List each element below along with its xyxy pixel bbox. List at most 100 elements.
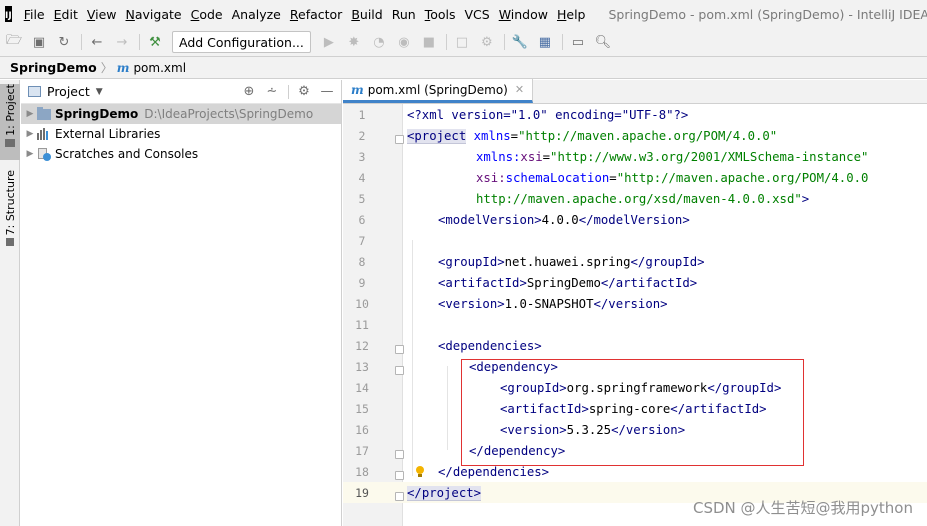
sync-icon[interactable]: ↻ [56,34,72,50]
code-line-3: xmlns:xsi="http://www.w3.org/2001/XMLSch… [343,146,927,167]
code-text: </dependencies> [438,465,549,479]
stop-icon[interactable]: ■ [421,34,437,50]
code-text: <groupId>net.huawei.spring</groupId> [438,255,705,269]
menu-item-window[interactable]: Window [495,7,552,22]
project-structure-icon[interactable]: ▦ [537,34,553,50]
menu-mnemonic: B [351,6,360,22]
highlight-annotation-box [461,359,804,466]
tree-item-path: D:\IdeaProjects\SpringDemo [144,107,314,121]
code-editor[interactable]: 1 2 3 4 5 6 7 8 9 10 11 12 13 14 15 16 17 18 19 <?xml vers… [343,104,927,526]
expand-arrow-icon[interactable]: ▶ [23,129,37,139]
menu-item-code[interactable]: Code [187,7,227,22]
code-text: xsi:schemaLocation="http://maven.apache.… [476,170,869,185]
tag-bracket: > [682,212,690,227]
module-folder-icon [37,106,51,120]
code-line-1: <?xml version="1.0" encoding="UTF-8"?> [343,104,927,125]
menu-item-refactor[interactable]: Refactor [286,7,346,22]
coverage-icon[interactable]: ◔ [371,34,387,50]
attr-value: "http://www.w3.org/2001/XMLSchema-instan… [550,149,869,164]
debug-icon[interactable]: ✸ [346,34,362,50]
menu-label: efactor [298,6,343,22]
tag-name: dependencies [445,338,535,353]
tree-item-springdemo[interactable]: ▶ SpringDemo D:\IdeaProjects\SpringDemo [21,104,341,124]
watermark: CSDN @人生苦短@我用python [692,499,913,517]
menu-item-help[interactable]: Help [553,7,590,22]
project-panel: Project ▼ ⊕ ⩪ ⚙ — ▶ SpringDemo D:\IdeaPr… [21,80,342,526]
menu-item-file[interactable]: File [20,7,49,22]
structure-tool-window-label: 7: Structure [3,170,17,236]
code-text: http://maven.apache.org/xsd/maven-4.0.0.… [476,192,809,206]
code-line-9: <artifactId>SpringDemo</artifactId> [343,272,927,293]
code-text: <version>1.0-SNAPSHOT</version> [438,297,668,311]
gear-icon[interactable]: ⚙ [296,84,312,99]
settings-wrench-icon[interactable]: 🔧 [512,34,528,50]
close-icon[interactable]: ✕ [515,83,524,96]
code-line-6: <modelVersion>4.0.0</modelVersion> [343,209,927,230]
tab-pom-xml[interactable]: m pom.xml (SpringDemo) ✕ [343,79,534,103]
menu-item-vcs[interactable]: VCS [460,7,493,22]
back-icon[interactable]: ← [89,34,105,50]
hide-panel-icon[interactable]: — [319,84,335,99]
expand-arrow-icon[interactable]: ▶ [23,149,37,159]
menu-item-edit[interactable]: Edit [50,7,82,22]
breadcrumb-file[interactable]: pom.xml [133,61,186,75]
lightbulb-icon[interactable] [415,466,425,478]
tag-name: groupId [445,254,498,269]
line-number: 7 [358,233,366,248]
tab-project-tool-window[interactable]: 1: Project [0,84,20,160]
menu-item-navigate[interactable]: Navigate [122,7,186,22]
expand-arrow-icon[interactable]: ▶ [23,109,37,119]
menu-item-view[interactable]: View [83,7,121,22]
tree-item-scratches[interactable]: ▶ Scratches and Consoles [21,144,341,164]
run-icon[interactable]: ▶ [321,34,337,50]
collapse-all-icon[interactable]: ⩪ [264,84,280,99]
menu-label: ode [199,6,223,22]
tag-bracket: </ [600,275,616,290]
tree-item-external-libraries[interactable]: ▶ External Libraries [21,124,341,144]
menu-label: Analyze [231,6,281,22]
tag-name: artifactId [445,275,520,290]
save-icon[interactable]: ▣ [31,34,47,50]
toolbar-separator [81,34,82,50]
code-line-4: xsi:schemaLocation="http://maven.apache.… [343,167,927,188]
tag-name: groupId [645,254,698,269]
scratches-icon [37,147,51,161]
open-folder-icon[interactable]: 🗁 [6,33,22,50]
toolbar-separator [503,34,505,50]
attr-value: "http://maven.apache.org/POM/4.0.0 [616,170,869,185]
terminal-icon[interactable]: ▭ [570,34,586,50]
tag-name: project [421,485,474,501]
window-title: SpringDemo - pom.xml (SpringDemo) - Inte… [608,6,927,22]
build-hammer-icon[interactable]: ⚒ [147,34,163,50]
search-structure-icon[interactable]: □ [454,34,470,50]
code-text: xmlns:xsi="http://www.w3.org/2001/XMLSch… [476,149,869,164]
breadcrumb-project[interactable]: SpringDemo [10,60,97,75]
tag-name: dependencies [452,464,542,479]
locate-file-icon[interactable]: ⊕ [241,84,257,99]
tab-structure-tool-window[interactable]: 7: Structure [0,170,20,250]
search-icon[interactable]: 🔍︎ [595,34,612,50]
forward-icon[interactable]: → [114,34,130,50]
tag-bracket: > [497,296,505,311]
menu-bar: IJ File Edit View Navigate Code Analyze Refact… [0,0,927,28]
tree-item-label: External Libraries [55,127,161,141]
menu-mnemonic: R [289,6,298,22]
xml-pi: <?xml version="1.0" encoding="UTF-8"?> [407,107,689,122]
menu-item-run[interactable]: Run [388,7,420,22]
tree-item-label: Scratches and Consoles [55,147,199,161]
menu-item-tools[interactable]: Tools [421,7,460,22]
menu-item-analyze[interactable]: Analyze [228,7,285,22]
tag-bracket: > [497,254,505,269]
attr-name: schemaLocation [505,170,610,185]
project-tool-window-label: 1: Project [3,84,17,136]
vcs-icon[interactable]: ⚙ [479,34,495,50]
profile-icon[interactable]: ◉ [396,34,412,50]
menu-item-build[interactable]: Build [347,7,386,22]
chevron-down-icon[interactable]: ▼ [96,87,103,97]
add-configuration-button[interactable]: Add Configuration... [172,31,311,53]
menu-mnemonic: N [125,6,135,22]
project-panel-title[interactable]: Project [47,84,90,99]
attr-name: xsi [520,149,543,164]
tag-text: 1.0-SNAPSHOT [504,296,594,311]
menu-label: ools [430,6,456,22]
